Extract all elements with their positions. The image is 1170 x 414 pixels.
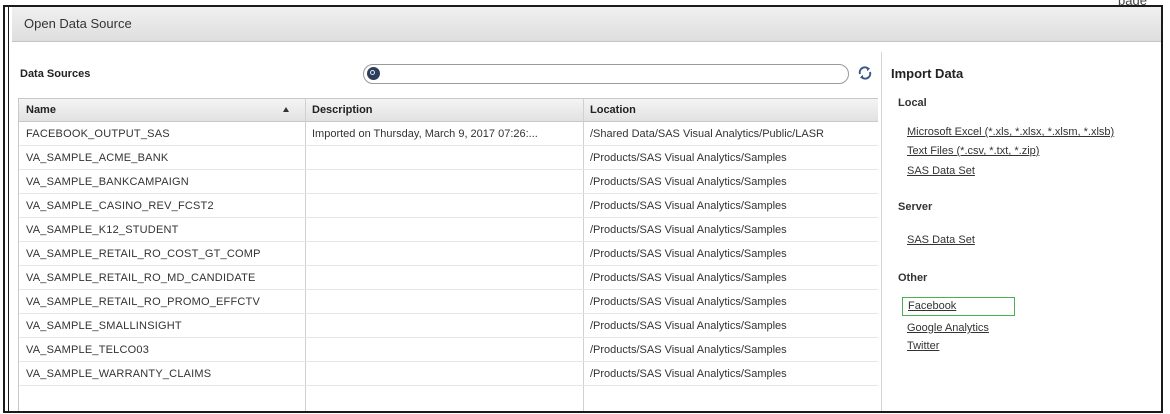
cell-description [305,194,583,218]
cell-name: VA_SAMPLE_RETAIL_RO_PROMO_EFFCTV [26,296,260,308]
open-data-source-dialog: Open Data Source Data Sources Name Descr… [3,5,1163,413]
cell-name: VA_SAMPLE_RETAIL_RO_MD_CANDIDATE [26,272,256,284]
column-header-label: Location [590,104,636,116]
cell-description [305,338,583,362]
cell-name: VA_SAMPLE_K12_STUDENT [26,224,179,236]
table-row[interactable]: VA_SAMPLE_SMALLINSIGHT /Products/SAS Vis… [19,314,878,338]
search-icon[interactable] [367,67,380,80]
table-row[interactable]: VA_SAMPLE_CASINO_REV_FCST2 /Products/SAS… [19,194,878,218]
cell-name: VA_SAMPLE_ACME_BANK [26,152,169,164]
dialog-title: Open Data Source [24,16,132,31]
cell-name: VA_SAMPLE_BANKCAMPAIGN [26,176,189,188]
data-sources-label: Data Sources [20,68,91,80]
cell-location: /Products/SAS Visual Analytics/Samples [590,368,787,380]
link-twitter[interactable]: Twitter [907,340,939,352]
cell-location: /Shared Data/SAS Visual Analytics/Public… [590,128,824,140]
link-microsoft-excel[interactable]: Microsoft Excel (*.xls, *.xlsx, *.xlsm, … [907,126,1114,138]
cell-location: /Products/SAS Visual Analytics/Samples [590,200,787,212]
link-text-files[interactable]: Text Files (*.csv, *.txt, *.zip) [907,145,1039,157]
link-facebook[interactable]: Facebook [902,297,1015,316]
section-server-label: Server [898,201,933,213]
cell-name: VA_SAMPLE_TELCO03 [26,344,150,356]
dialog-title-bar: Open Data Source [12,7,1161,42]
table-header: Name Description Location [19,99,878,122]
column-header-description[interactable]: Description [305,99,583,121]
refresh-icon[interactable] [857,65,873,81]
cell-name: FACEBOOK_OUTPUT_SAS [26,128,170,140]
table-row[interactable]: VA_SAMPLE_WARRANTY_CLAIMS /Products/SAS … [19,362,878,386]
cell-name: VA_SAMPLE_CASINO_REV_FCST2 [26,200,214,212]
table-row[interactable]: VA_SAMPLE_K12_STUDENT /Products/SAS Visu… [19,218,878,242]
cell-location: /Products/SAS Visual Analytics/Samples [590,152,787,164]
pane-divider [881,52,882,411]
cell-location: /Products/SAS Visual Analytics/Samples [590,272,787,284]
table-row[interactable]: VA_SAMPLE_RETAIL_RO_COST_GT_COMP /Produc… [19,242,878,266]
cell-location: /Products/SAS Visual Analytics/Samples [590,344,787,356]
import-data-title: Import Data [891,66,964,81]
cell-description [305,218,583,242]
table-row[interactable]: VA_SAMPLE_TELCO03 /Products/SAS Visual A… [19,338,878,362]
cell-location: /Products/SAS Visual Analytics/Samples [590,296,787,308]
cell-location: /Products/SAS Visual Analytics/Samples [590,224,787,236]
cell-description [305,362,583,386]
link-google-analytics[interactable]: Google Analytics [907,322,989,334]
import-data-pane: Import Data Local Microsoft Excel (*.xls… [881,52,1161,411]
table-row[interactable]: VA_SAMPLE_ACME_BANK /Products/SAS Visual… [19,146,878,170]
cell-location: /Products/SAS Visual Analytics/Samples [590,320,787,332]
cell-name: VA_SAMPLE_RETAIL_RO_COST_GT_COMP [26,248,261,260]
table-row[interactable]: VA_SAMPLE_RETAIL_RO_PROMO_EFFCTV /Produc… [19,290,878,314]
sort-ascending-icon [283,107,289,112]
section-local-label: Local [898,97,927,109]
cell-location: /Products/SAS Visual Analytics/Samples [590,248,787,260]
column-header-name[interactable]: Name [19,99,305,121]
cell-description [305,290,583,314]
cell-description [305,314,583,338]
cell-name: VA_SAMPLE_WARRANTY_CLAIMS [26,368,212,380]
cell-description [305,146,583,170]
data-sources-pane: Data Sources Name Description Location F… [18,52,878,411]
column-header-location[interactable]: Location [583,99,879,121]
table-row[interactable]: VA_SAMPLE_RETAIL_RO_MD_CANDIDATE /Produc… [19,266,878,290]
cell-location: /Products/SAS Visual Analytics/Samples [590,176,787,188]
table-row[interactable]: VA_SAMPLE_BANKCAMPAIGN /Products/SAS Vis… [19,170,878,194]
data-sources-table: Name Description Location FACEBOOK_OUTPU… [18,98,878,411]
cell-name: VA_SAMPLE_SMALLINSIGHT [26,320,182,332]
cell-description [305,242,583,266]
cell-description: Imported on Thursday, March 9, 2017 07:2… [312,128,538,140]
link-sas-data-set-server[interactable]: SAS Data Set [907,234,975,246]
column-header-label: Description [312,104,373,116]
table-row[interactable]: FACEBOOK_OUTPUT_SAS Imported on Thursday… [19,122,878,146]
cell-description [305,266,583,290]
search-input[interactable] [363,64,849,84]
cell-description [305,170,583,194]
column-header-label: Name [26,104,56,116]
link-sas-data-set-local[interactable]: SAS Data Set [907,165,975,177]
section-other-label: Other [898,272,928,284]
